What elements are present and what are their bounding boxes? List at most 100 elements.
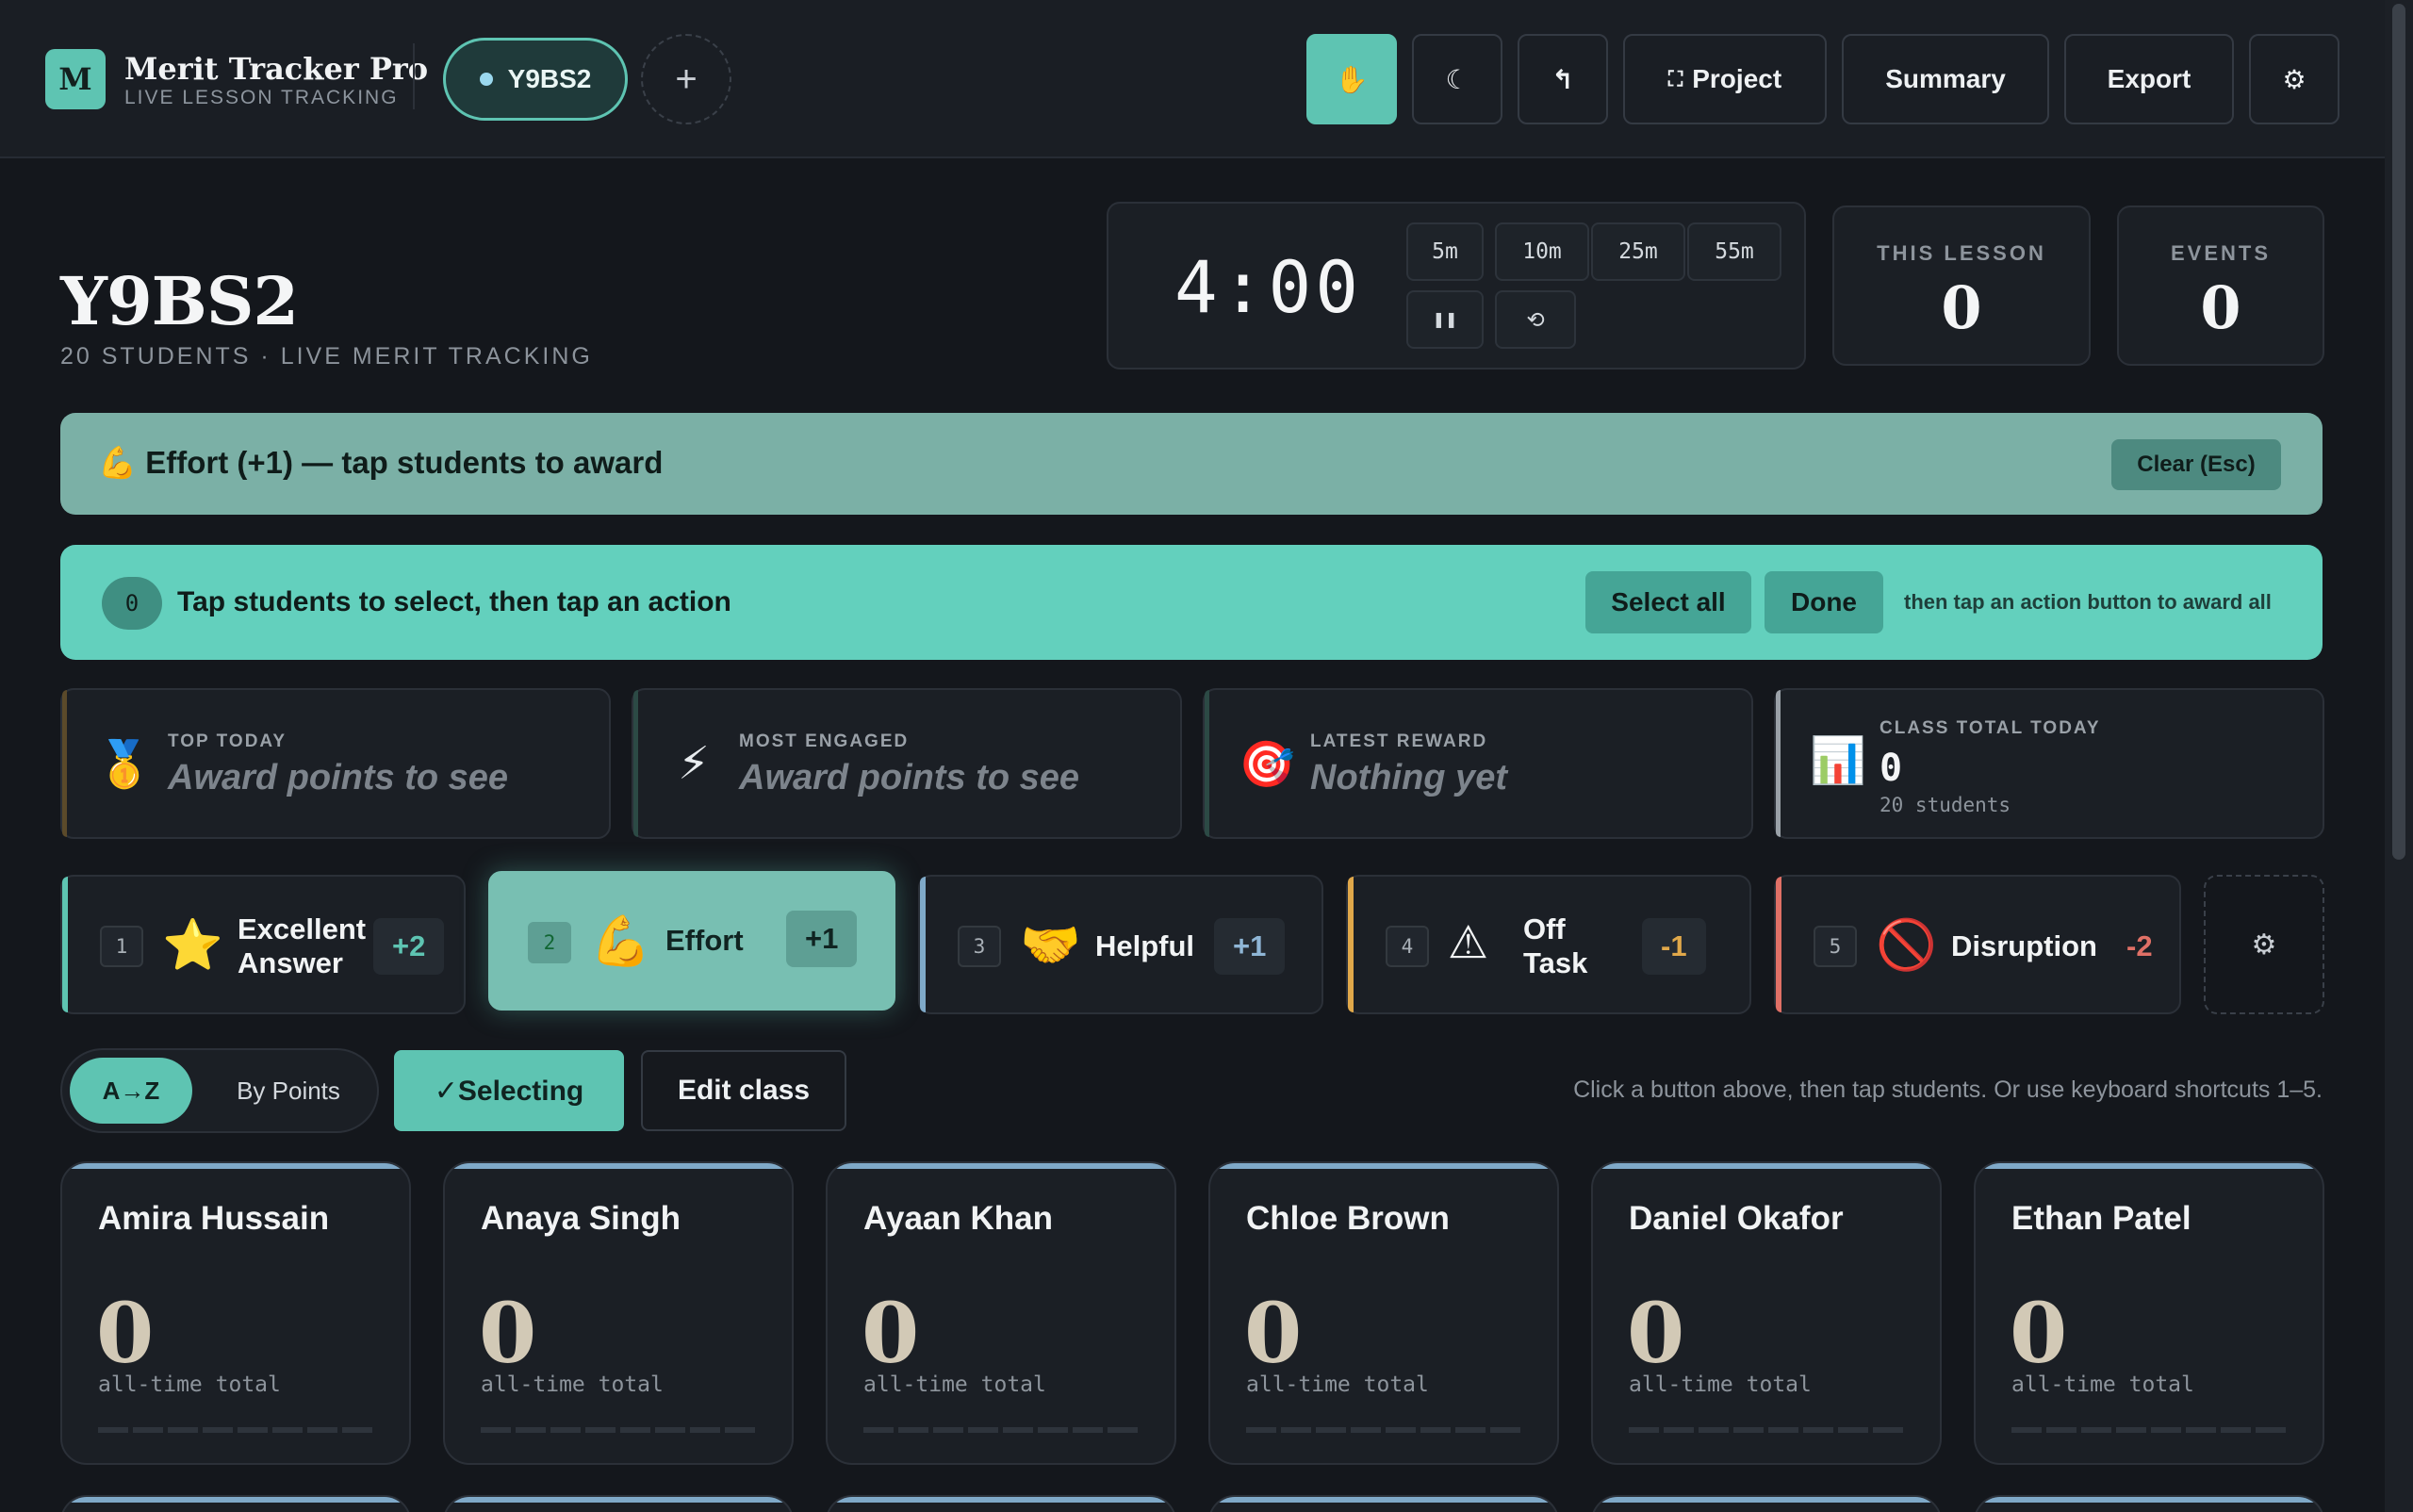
done-button[interactable]: Done: [1765, 571, 1883, 633]
star-icon: ⭐: [162, 918, 223, 973]
timer-reset-button[interactable]: ⟲: [1495, 290, 1576, 349]
lesson-timer: 4:00 5m 10m 25m 55m ❚❚ ⟲: [1107, 202, 1806, 370]
card-top-accent: [1976, 1163, 2323, 1169]
card-top-accent: [445, 1163, 792, 1169]
action-label: Excellent Answer: [238, 912, 366, 980]
student-points: 0: [479, 1284, 537, 1382]
summary-label: Summary: [1885, 64, 2006, 93]
export-label: Export: [2107, 64, 2191, 93]
shortcut-key: 1: [100, 926, 143, 967]
scrollbar-thumb[interactable]: [2392, 4, 2405, 860]
student-points: 0: [2010, 1284, 2068, 1382]
progress-track: [98, 1427, 377, 1433]
class-total-card: 📊 CLASS TOTAL TODAY 0 20 students: [1774, 688, 2324, 839]
action-label-line: Excellent: [238, 912, 367, 945]
project-label: Project: [1692, 64, 1782, 93]
student-card[interactable]: Ayaan Khan 0 all-time total: [826, 1161, 1176, 1465]
action-off-task[interactable]: 4 ⚠ Off Task -1: [1346, 875, 1751, 1014]
selection-hint: then tap an action button to award all: [1904, 590, 2272, 614]
top-today-card: 🥇 TOP TODAY Award points to see: [60, 688, 611, 839]
card-top-accent: [1210, 1163, 1557, 1169]
action-disruption[interactable]: 5 🚫 Disruption -2: [1774, 875, 2181, 1014]
student-card-partial[interactable]: [1208, 1495, 1559, 1512]
usage-hint: Click a button above, then tap students.…: [1573, 1076, 2323, 1103]
student-card-partial[interactable]: [1591, 1495, 1942, 1512]
card-label: MOST ENGAGED: [739, 731, 910, 751]
dark-mode-button[interactable]: ☾: [1412, 34, 1502, 124]
student-card[interactable]: Anaya Singh 0 all-time total: [443, 1161, 794, 1465]
class-total-value: 0: [1880, 747, 1903, 790]
student-card[interactable]: Daniel Okafor 0 all-time total: [1591, 1161, 1942, 1465]
undo-button[interactable]: ↰: [1518, 34, 1608, 124]
action-label: Effort: [665, 924, 744, 957]
page-title: Y9BS2: [60, 262, 299, 340]
card-accent: [1205, 690, 1209, 837]
clear-button[interactable]: Clear (Esc): [2111, 439, 2281, 490]
action-helpful[interactable]: 3 🤝 Helpful +1: [918, 875, 1323, 1014]
warning-icon: ⚠: [1448, 918, 1489, 968]
edit-actions-button[interactable]: ⚙: [2204, 875, 2324, 1014]
class-tab-label: Y9BS2: [507, 64, 592, 93]
events-label: EVENTS: [2170, 241, 2272, 265]
timer-preset-55m[interactable]: 55m: [1687, 222, 1781, 281]
class-size: 20 students: [1880, 794, 2011, 816]
timer-preset-5m[interactable]: 5m: [1406, 222, 1484, 281]
card-label: CLASS TOTAL TODAY: [1880, 718, 2101, 738]
export-button[interactable]: Export: [2064, 34, 2234, 124]
action-excellent-answer[interactable]: 1 ⭐ Excellent Answer +2: [60, 875, 466, 1014]
prohibited-icon: 🚫: [1876, 918, 1937, 973]
class-tab[interactable]: Y9BS2: [443, 38, 628, 121]
settings-button[interactable]: ⚙: [2249, 34, 2339, 124]
card-top-accent: [1593, 1163, 1940, 1169]
card-value: Nothing yet: [1310, 758, 1507, 797]
action-effort[interactable]: 2 💪 Effort +1: [488, 871, 895, 1011]
student-card-partial[interactable]: [443, 1495, 794, 1512]
progress-track: [1246, 1427, 1525, 1433]
shortcut-key: 3: [958, 926, 1001, 967]
active-action-text: 💪 Effort (+1) — tap students to award: [98, 445, 664, 480]
card-label: LATEST REWARD: [1310, 731, 1488, 751]
action-accent: [1348, 877, 1354, 1012]
this-lesson-label: THIS LESSON: [1877, 241, 2046, 265]
student-points: 0: [862, 1284, 920, 1382]
timer-preset-25m[interactable]: 25m: [1591, 222, 1685, 281]
card-top-accent: [1976, 1497, 2323, 1503]
vertical-scrollbar[interactable]: [2385, 0, 2413, 1512]
student-card[interactable]: Ethan Patel 0 all-time total: [1974, 1161, 2324, 1465]
action-accent: [920, 877, 926, 1012]
add-class-button[interactable]: +: [641, 34, 731, 124]
project-button[interactable]: ⛶ Project: [1623, 34, 1827, 124]
student-card[interactable]: Chloe Brown 0 all-time total: [1208, 1161, 1559, 1465]
muscle-icon: 💪: [590, 914, 651, 969]
student-card-partial[interactable]: [60, 1495, 411, 1512]
timer-pause-button[interactable]: ❚❚: [1406, 290, 1484, 349]
edit-class-button[interactable]: Edit class: [641, 1050, 846, 1131]
gear-icon: ⚙: [2282, 64, 2306, 94]
sort-az-button[interactable]: A→Z: [70, 1058, 192, 1124]
student-points: 0: [1627, 1284, 1685, 1382]
points-label: all-time total: [1629, 1372, 1812, 1397]
student-card-partial[interactable]: [1974, 1495, 2324, 1512]
action-points: +2: [373, 918, 445, 975]
action-accent: [1776, 877, 1781, 1012]
card-top-accent: [828, 1497, 1174, 1503]
points-label: all-time total: [98, 1372, 281, 1397]
card-value: Award points to see: [168, 758, 509, 797]
hand-icon: ✋: [1335, 64, 1369, 94]
card-top-accent: [828, 1163, 1174, 1169]
select-all-button[interactable]: Select all: [1585, 571, 1751, 633]
this-lesson-value: 0: [1941, 273, 1982, 342]
raise-hand-button[interactable]: ✋: [1306, 34, 1397, 124]
card-top-accent: [445, 1497, 792, 1503]
shortcut-key: 2: [528, 922, 571, 963]
progress-track: [481, 1427, 760, 1433]
action-label-line: Answer: [238, 946, 343, 979]
student-card[interactable]: Amira Hussain 0 all-time total: [60, 1161, 411, 1465]
plus-icon: +: [675, 58, 698, 100]
sort-points-button[interactable]: By Points: [213, 1058, 364, 1124]
selecting-toggle-button[interactable]: ✓Selecting: [394, 1050, 624, 1131]
card-top-accent: [62, 1163, 409, 1169]
timer-preset-10m[interactable]: 10m: [1495, 222, 1589, 281]
summary-button[interactable]: Summary: [1842, 34, 2049, 124]
student-card-partial[interactable]: [826, 1495, 1176, 1512]
